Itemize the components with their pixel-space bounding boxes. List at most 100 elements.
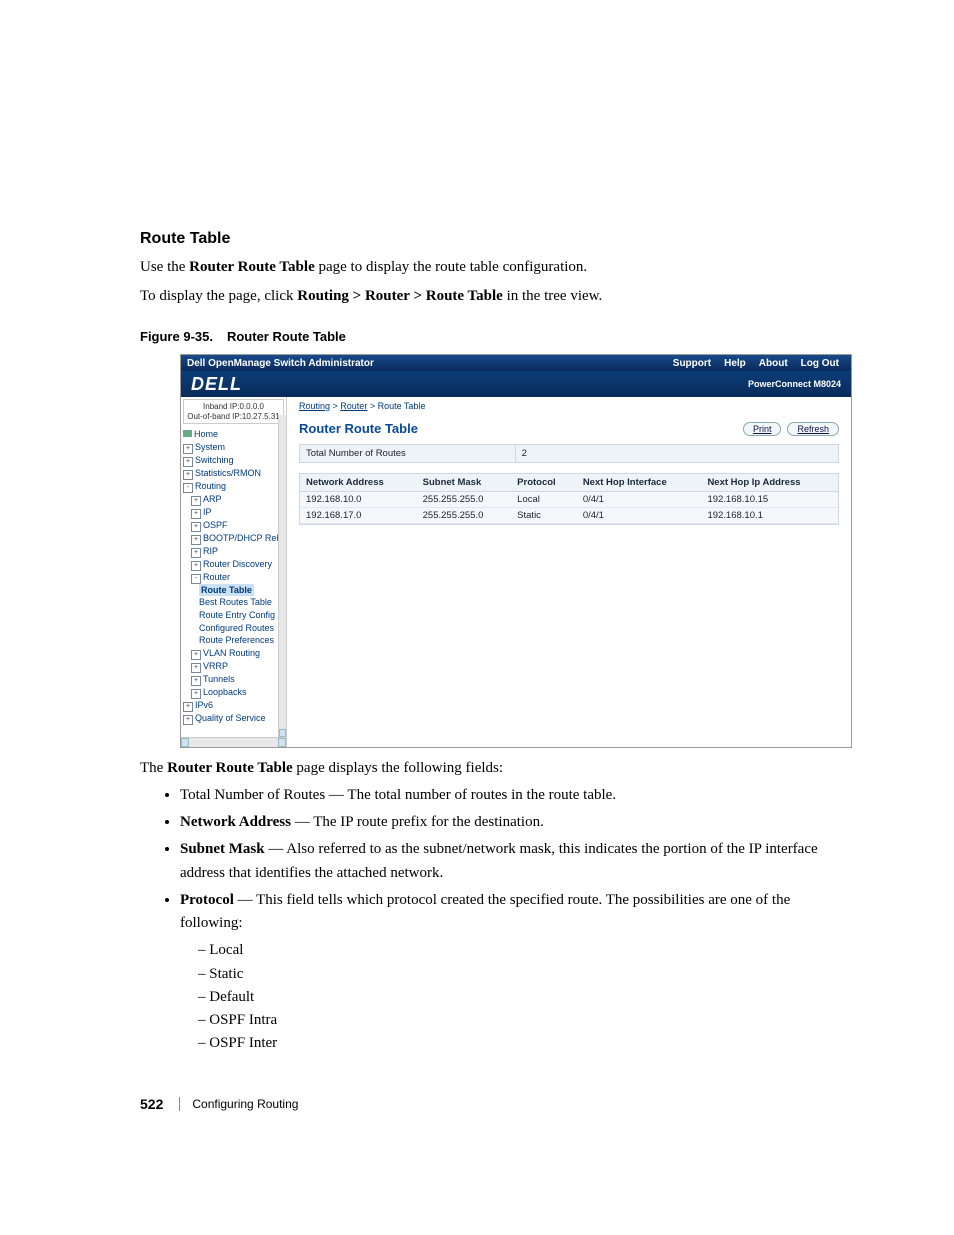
- bullet-subnet-mask-label: Subnet Mask: [180, 841, 265, 857]
- tree-rip[interactable]: +RIP: [183, 545, 286, 558]
- breadcrumb-router[interactable]: Router: [340, 401, 367, 411]
- total-routes-table: Total Number of Routes 2: [299, 444, 839, 463]
- window-title: Dell OpenManage Switch Administrator: [187, 358, 374, 369]
- print-button[interactable]: Print: [743, 422, 782, 436]
- after-fig-post: page displays the following fields:: [293, 760, 503, 776]
- plus-icon[interactable]: +: [183, 470, 193, 480]
- plus-icon[interactable]: +: [191, 509, 201, 519]
- plus-icon[interactable]: +: [191, 535, 201, 545]
- tree-stats-label: Statistics/RMON: [195, 468, 261, 478]
- plus-icon[interactable]: +: [191, 689, 201, 699]
- plus-icon[interactable]: +: [183, 702, 193, 712]
- intro1-pre: Use the: [140, 259, 189, 275]
- tree-vlan-routing[interactable]: +VLAN Routing: [183, 647, 286, 660]
- tree-system-label: System: [195, 442, 225, 452]
- plus-icon[interactable]: +: [191, 650, 201, 660]
- tree-tunnels-label: Tunnels: [203, 674, 235, 684]
- tree-best-routes[interactable]: Best Routes Table: [183, 596, 286, 609]
- tree-stats[interactable]: +Statistics/RMON: [183, 467, 286, 480]
- plus-icon[interactable]: +: [183, 457, 193, 467]
- intro1-bold: Router Route Table: [189, 259, 315, 275]
- plus-icon[interactable]: +: [191, 548, 201, 558]
- topnav: Support Help About Log Out: [667, 357, 845, 370]
- tree-configured-routes[interactable]: Configured Routes: [183, 622, 286, 635]
- cell-mask: 255.255.255.0: [417, 508, 512, 524]
- nav-help[interactable]: Help: [718, 357, 752, 370]
- section-heading: Route Table: [140, 230, 894, 248]
- tree-route-table[interactable]: Route Table: [183, 584, 286, 597]
- table-row: 192.168.17.0 255.255.255.0 Static 0/4/1 …: [300, 508, 838, 524]
- plus-icon[interactable]: +: [183, 715, 193, 725]
- refresh-button[interactable]: Refresh: [787, 422, 839, 436]
- figure-caption: Figure 9-35.Router Route Table: [140, 329, 894, 344]
- minus-icon[interactable]: -: [183, 483, 193, 493]
- list-item: Network Address — The IP route prefix fo…: [180, 811, 834, 834]
- tree-switching[interactable]: +Switching: [183, 454, 286, 467]
- sublist-item: Static: [198, 963, 834, 986]
- tree-route-prefs[interactable]: Route Preferences: [183, 634, 286, 647]
- sublist-item: Local: [198, 939, 834, 962]
- tree-rip-label: RIP: [203, 546, 218, 556]
- sidebar: Inband IP:0.0.0.0 Out-of-band IP:10.27.5…: [181, 397, 287, 747]
- tree-ip[interactable]: +IP: [183, 506, 286, 519]
- nav-about[interactable]: About: [753, 357, 794, 370]
- after-fig-pre: The: [140, 760, 167, 776]
- route-table: Network Address Subnet Mask Protocol Nex…: [300, 474, 838, 524]
- scroll-left-icon[interactable]: [181, 738, 189, 747]
- col-protocol: Protocol: [511, 474, 577, 492]
- minus-icon[interactable]: -: [191, 574, 201, 584]
- intro2-bold: Routing > Router > Route Table: [297, 288, 503, 304]
- figure-number: Figure 9-35.: [140, 329, 213, 344]
- nav-support[interactable]: Support: [667, 357, 717, 370]
- bullet-protocol-text: — This field tells which protocol create…: [180, 892, 790, 931]
- col-next-hop-if: Next Hop Interface: [577, 474, 702, 492]
- plus-icon[interactable]: +: [191, 676, 201, 686]
- breadcrumb-routing[interactable]: Routing: [299, 401, 330, 411]
- brand-bar: DELL PowerConnect M8024: [181, 371, 851, 397]
- tree-system[interactable]: +System: [183, 441, 286, 454]
- cell-net: 192.168.10.0: [300, 492, 417, 508]
- product-name: PowerConnect M8024: [748, 379, 841, 389]
- page-title: Router Route Table: [299, 421, 418, 436]
- tree-qos[interactable]: +Quality of Service: [183, 712, 286, 725]
- oob-ip: Out-of-band IP:10.27.5.31: [187, 412, 280, 422]
- plus-icon[interactable]: +: [191, 496, 201, 506]
- nav-logout[interactable]: Log Out: [795, 357, 845, 370]
- tree-routing[interactable]: -Routing: [183, 480, 286, 493]
- tree-loopbacks[interactable]: +Loopbacks: [183, 686, 286, 699]
- tree-bootp-label: BOOTP/DHCP Relay: [203, 533, 287, 543]
- plus-icon[interactable]: +: [191, 522, 201, 532]
- tree-qos-label: Quality of Service: [195, 713, 266, 723]
- nav-tree: Home +System +Switching +Statistics/RMON…: [181, 426, 286, 725]
- tree-arp[interactable]: +ARP: [183, 493, 286, 506]
- tree-ipv6[interactable]: +IPv6: [183, 699, 286, 712]
- plus-icon[interactable]: +: [183, 444, 193, 454]
- scroll-down-icon[interactable]: [279, 729, 286, 737]
- page-number: 522: [140, 1096, 163, 1112]
- tree-bootp[interactable]: +BOOTP/DHCP Relay: [183, 532, 286, 545]
- tree-tunnels[interactable]: +Tunnels: [183, 673, 286, 686]
- col-subnet-mask: Subnet Mask: [417, 474, 512, 492]
- field-list: Total Number of Routes — The total numbe…: [160, 784, 894, 1056]
- ip-info-box: Inband IP:0.0.0.0 Out-of-band IP:10.27.5…: [183, 399, 284, 424]
- tree-home[interactable]: Home: [183, 428, 286, 441]
- protocol-sublist: Local Static Default OSPF Intra OSPF Int…: [198, 939, 834, 1055]
- tree-ospf[interactable]: +OSPF: [183, 519, 286, 532]
- horizontal-scrollbar[interactable]: [181, 737, 286, 747]
- intro2-post: in the tree view.: [503, 288, 602, 304]
- tree-route-entry[interactable]: Route Entry Config: [183, 609, 286, 622]
- dell-logo: DELL: [191, 374, 242, 395]
- breadcrumb-current: Route Table: [378, 401, 426, 411]
- tree-vrrp[interactable]: +VRRP: [183, 660, 286, 673]
- tree-best-routes-label: Best Routes Table: [199, 597, 272, 607]
- bullet-network-address-text: — The IP route prefix for the destinatio…: [291, 814, 544, 830]
- plus-icon[interactable]: +: [191, 663, 201, 673]
- tree-router[interactable]: -Router: [183, 571, 286, 584]
- plus-icon[interactable]: +: [191, 561, 201, 571]
- tree-router-discovery[interactable]: +Router Discovery: [183, 558, 286, 571]
- bullet-protocol-label: Protocol: [180, 892, 234, 908]
- vertical-scrollbar[interactable]: [278, 415, 286, 747]
- footer-divider: [179, 1097, 180, 1111]
- tree-ospf-label: OSPF: [203, 520, 228, 530]
- scroll-right-icon[interactable]: [278, 738, 286, 747]
